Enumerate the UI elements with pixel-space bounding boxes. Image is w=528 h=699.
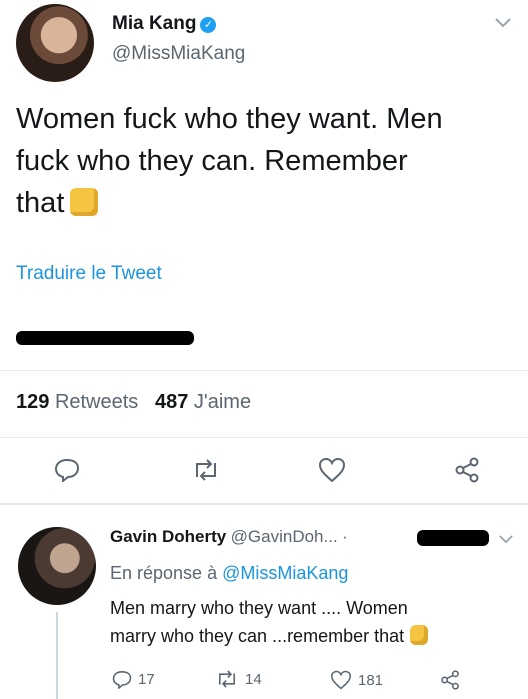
reply-author-handle[interactable]: @GavinDoh... [231, 527, 338, 546]
chevron-down-icon[interactable] [495, 15, 511, 33]
reply-replies-count: 17 [138, 671, 155, 688]
reply-likes-count: 181 [358, 671, 384, 689]
reply-text: Men marry who they want .... Women marry… [110, 594, 520, 650]
reply-author-avatar[interactable] [18, 527, 96, 605]
tweet-text-line: Women fuck who they want. Men [16, 103, 443, 135]
divider [0, 370, 528, 371]
reply-icon[interactable] [50, 455, 84, 485]
share-icon[interactable] [450, 455, 484, 485]
tweet-text-line-end: that [16, 187, 65, 219]
author-name-row[interactable]: Mia Kang ✓ [112, 13, 217, 35]
reply-author-row[interactable]: Gavin Doherty @GavinDoh... · [110, 527, 348, 547]
share-icon[interactable] [440, 670, 460, 690]
like-icon[interactable] [315, 455, 349, 485]
translate-tweet-link[interactable]: Traduire le Tweet [16, 263, 162, 285]
tweet-text: Women fuck who they want. Men fuck who t… [16, 98, 516, 224]
reply-text-line: Men marry who they want .... Women [110, 598, 408, 618]
author-avatar[interactable] [16, 4, 94, 82]
reply-reply-action[interactable]: 17 [112, 670, 155, 689]
redacted-timestamp [16, 331, 194, 345]
reply-text-line-end: marry who they can ...remember that [110, 626, 405, 646]
thumbs-up-emoji-icon [70, 188, 99, 216]
retweets-count[interactable]: 129 [16, 391, 49, 413]
author-handle[interactable]: @MissMiaKang [112, 43, 245, 65]
reply-share-action[interactable] [440, 670, 460, 690]
like-icon[interactable] [330, 670, 352, 690]
author-name[interactable]: Mia Kang [112, 13, 196, 34]
tweet-text-line: fuck who they can. Remember [16, 145, 408, 177]
divider [0, 437, 528, 438]
redacted-reply-timestamp [417, 530, 489, 546]
reply-separator: · [342, 527, 348, 546]
verified-badge-icon: ✓ [200, 16, 217, 33]
reply-like-action[interactable]: 181 [330, 670, 383, 690]
divider [0, 503, 528, 505]
retweet-icon[interactable] [188, 455, 224, 485]
reply-context-prefix: En réponse à [110, 563, 218, 583]
ok-hand-emoji-icon [410, 625, 429, 645]
retweets-label[interactable]: Retweets [55, 391, 138, 413]
reply-icon[interactable] [112, 670, 132, 689]
reply-text-line: marry who they can ...remember that [110, 622, 520, 650]
tweet-text-line: that [16, 182, 516, 224]
reply-context-handle[interactable]: @MissMiaKang [222, 563, 348, 583]
reply-author-name[interactable]: Gavin Doherty [110, 527, 226, 546]
reply-context: En réponse à @MissMiaKang [110, 563, 348, 584]
reply-chevron-down-icon[interactable] [499, 531, 513, 549]
thread-line [56, 612, 58, 699]
likes-label[interactable]: J'aime [194, 391, 251, 413]
retweet-icon[interactable] [215, 670, 239, 688]
reply-retweet-action[interactable]: 14 [215, 670, 262, 688]
likes-count[interactable]: 487 [155, 391, 188, 413]
reply-retweets-count: 14 [245, 670, 262, 688]
tweet-stats[interactable]: 129 Retweets 487 J'aime [16, 391, 251, 414]
